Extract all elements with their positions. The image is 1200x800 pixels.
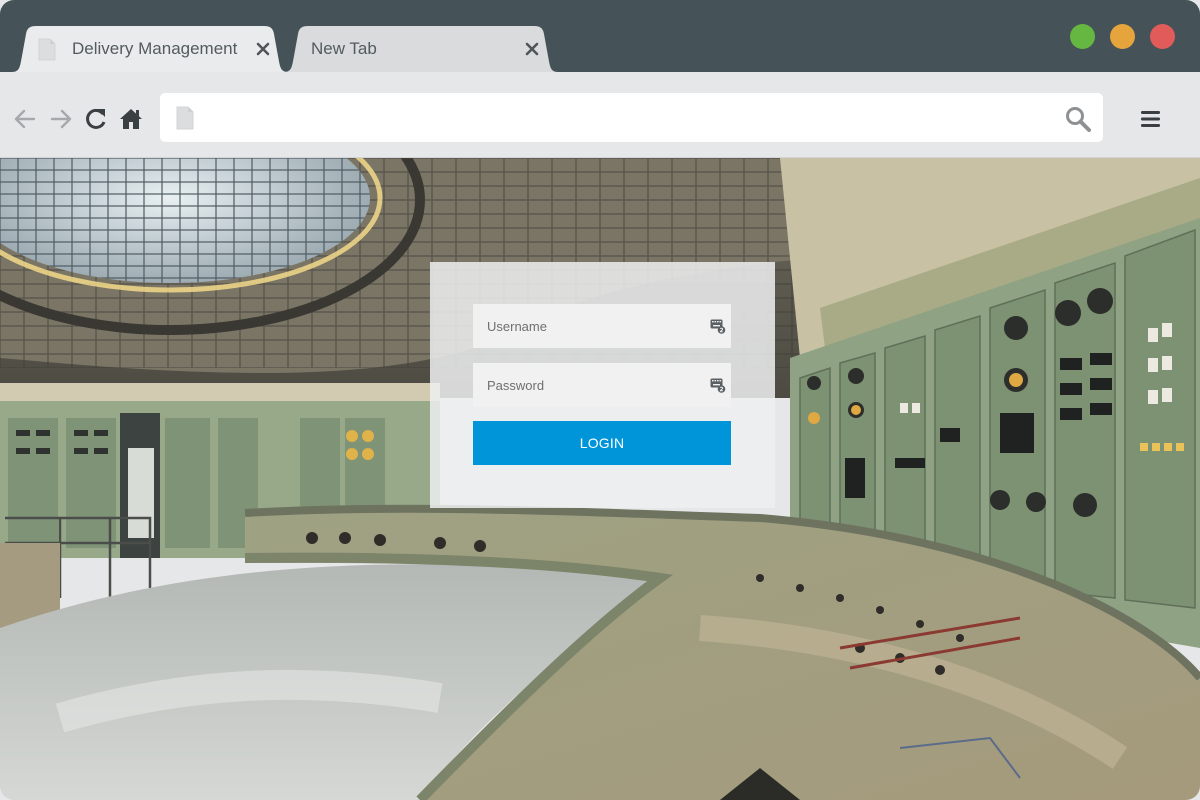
search-icon[interactable] (1064, 105, 1092, 133)
tab-title: New Tab (311, 39, 377, 58)
tab-new-tab[interactable]: New Tab (284, 26, 558, 72)
login-form: LOGIN (430, 262, 775, 508)
password-input[interactable] (487, 363, 705, 407)
url-input[interactable] (204, 103, 1044, 133)
keyboard-icon[interactable] (710, 377, 726, 393)
password-field[interactable] (473, 363, 731, 407)
tab-delivery-management[interactable]: Delivery Management (12, 26, 288, 72)
page-icon (176, 106, 194, 130)
home-icon[interactable] (118, 106, 144, 132)
username-field[interactable] (473, 304, 731, 348)
forward-arrow-icon[interactable] (48, 106, 74, 132)
close-icon[interactable] (524, 41, 540, 57)
minimize-button[interactable] (1110, 24, 1135, 49)
browser-window: Delivery Management New Tab Username LOG… (0, 0, 1200, 800)
close-window-button[interactable] (1150, 24, 1175, 49)
reload-icon[interactable] (83, 106, 109, 132)
title-bar: Delivery Management New Tab (0, 0, 1200, 72)
maximize-button[interactable] (1070, 24, 1095, 49)
tab-title: Delivery Management (72, 39, 238, 58)
back-arrow-icon[interactable] (12, 106, 38, 132)
username-input[interactable] (487, 304, 705, 348)
hamburger-menu-icon[interactable] (1140, 108, 1162, 130)
login-button[interactable]: LOGIN (473, 421, 731, 465)
browser-toolbar (0, 72, 1200, 158)
address-bar[interactable] (160, 93, 1103, 142)
close-icon[interactable] (255, 41, 271, 57)
page-icon (38, 38, 56, 61)
keyboard-icon[interactable] (710, 318, 726, 334)
